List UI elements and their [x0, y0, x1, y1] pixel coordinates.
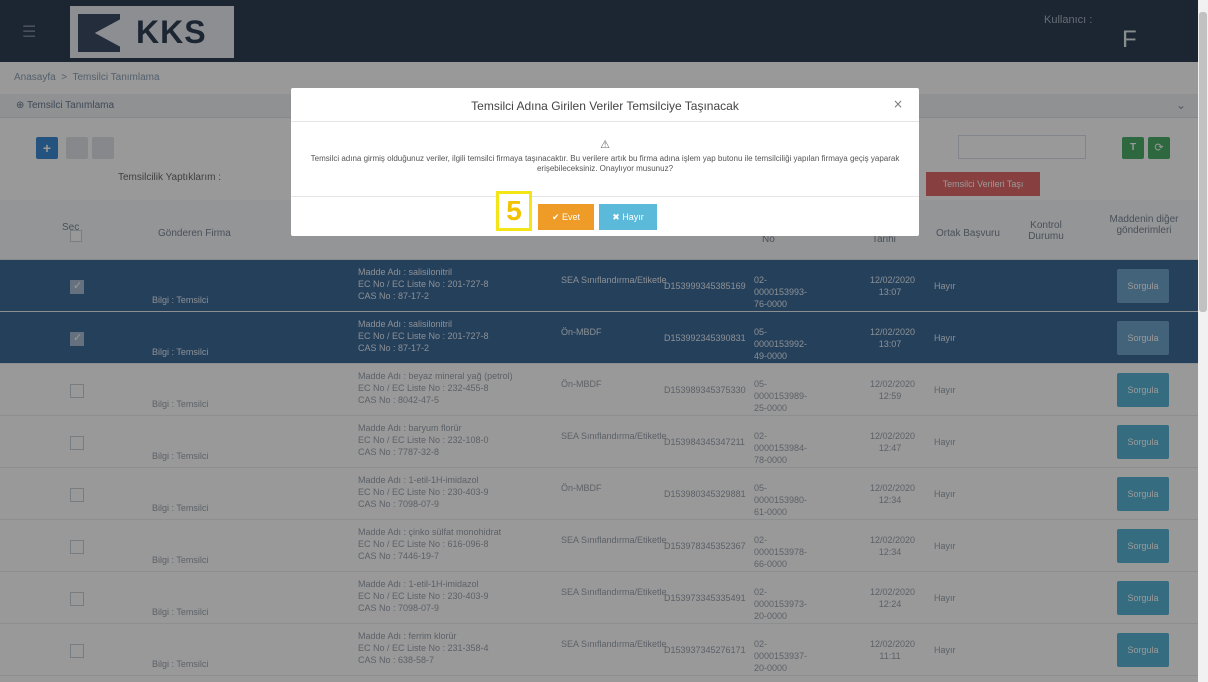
page-scrollbar[interactable]: [1198, 0, 1208, 682]
dialog-header: Temsilci Adına Girilen Veriler Temsilciy…: [291, 88, 919, 122]
warning-icon: ⚠: [600, 138, 610, 151]
scrollbar-thumb[interactable]: [1199, 12, 1207, 312]
dialog-message: Temsilci adına girmiş olduğunuz veriler,…: [310, 154, 900, 173]
step-marker: 5: [496, 191, 532, 231]
dialog-title: Temsilci Adına Girilen Veriler Temsilciy…: [471, 99, 739, 113]
confirm-yes-button[interactable]: ✔ Evet: [538, 204, 594, 230]
close-icon[interactable]: ×: [893, 97, 903, 111]
confirm-no-button[interactable]: ✖ Hayır: [599, 204, 657, 230]
